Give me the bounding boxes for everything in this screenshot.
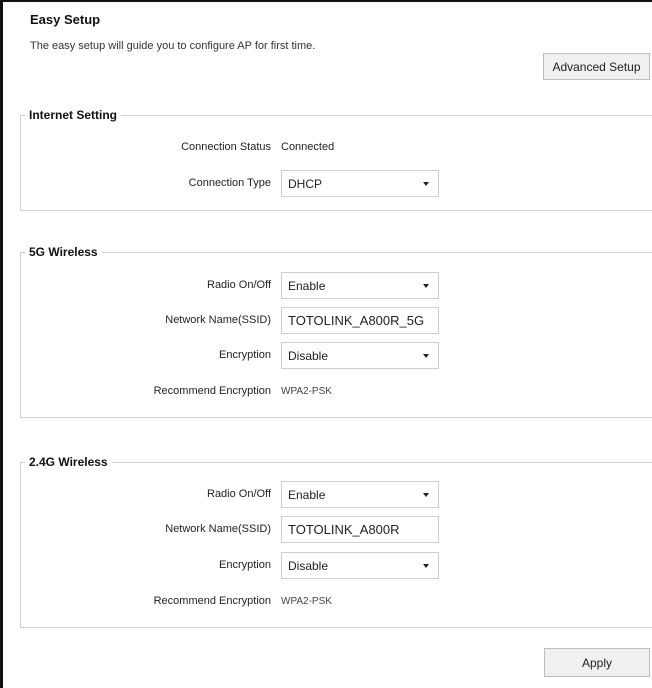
encryption-5g-label: Encryption [219, 349, 271, 361]
radio-24g-label: Radio On/Off [207, 488, 271, 500]
recommend-encryption-5g-label: Recommend Encryption [153, 385, 271, 397]
connection-status-value: Connected [281, 141, 335, 153]
recommend-encryption-24g-value: WPA2-PSK [281, 596, 332, 607]
radio-5g-value: Enable [288, 278, 326, 293]
ssid-24g-value: TOTOLINK_A800R [288, 522, 400, 537]
connection-type-value: DHCP [288, 176, 323, 191]
radio-5g-label: Radio On/Off [207, 279, 271, 291]
connection-type-label: Connection Type [188, 177, 271, 189]
radio-24g-select[interactable]: Enable [281, 481, 439, 508]
chevron-down-icon [423, 182, 429, 186]
radio-24g-value: Enable [288, 487, 326, 502]
wireless-24g-legend: 2.4G Wireless [29, 455, 108, 469]
chevron-down-icon [423, 493, 429, 497]
chevron-down-icon [423, 564, 429, 568]
ssid-24g-input[interactable]: TOTOLINK_A800R [281, 516, 439, 543]
chevron-down-icon [423, 354, 429, 358]
advanced-setup-button[interactable]: Advanced Setup [543, 53, 650, 80]
ssid-5g-value: TOTOLINK_A800R_5G [288, 313, 425, 328]
encryption-24g-label: Encryption [219, 559, 271, 571]
wireless-5g-legend: 5G Wireless [29, 245, 98, 259]
page-title: Easy Setup [30, 12, 101, 27]
recommend-encryption-5g-value: WPA2-PSK [281, 386, 332, 397]
connection-status-label: Connection Status [181, 141, 271, 153]
encryption-24g-value: Disable [288, 558, 329, 573]
encryption-24g-select[interactable]: Disable [281, 552, 439, 579]
internet-setting-legend: Internet Setting [29, 108, 118, 122]
page-description: The easy setup will guide you to configu… [30, 40, 316, 52]
connection-type-select[interactable]: DHCP [281, 170, 439, 197]
apply-button[interactable]: Apply [544, 648, 650, 677]
radio-5g-select[interactable]: Enable [281, 272, 439, 299]
recommend-encryption-24g-label: Recommend Encryption [153, 595, 271, 607]
ssid-5g-label: Network Name(SSID) [165, 314, 271, 326]
encryption-5g-select[interactable]: Disable [281, 342, 439, 369]
ssid-24g-label: Network Name(SSID) [165, 523, 271, 535]
chevron-down-icon [423, 284, 429, 288]
ssid-5g-input[interactable]: TOTOLINK_A800R_5G [281, 307, 439, 334]
encryption-5g-value: Disable [288, 348, 329, 363]
